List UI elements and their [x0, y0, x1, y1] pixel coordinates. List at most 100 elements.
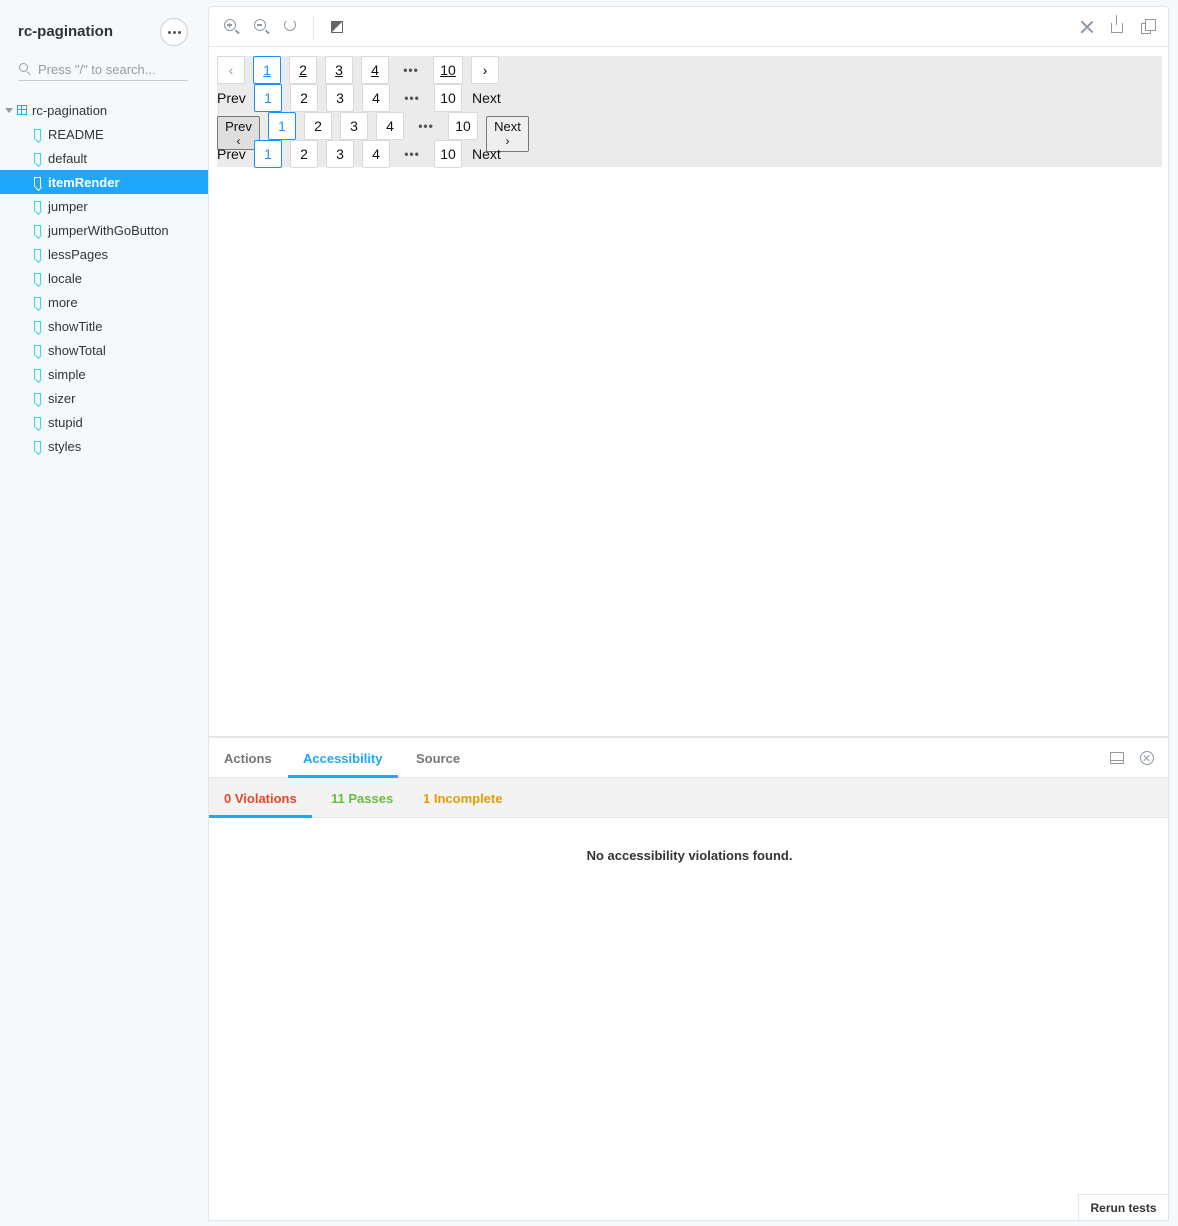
bookmark-icon [34, 321, 41, 331]
caret-down-icon [5, 107, 13, 113]
reset-zoom-icon[interactable] [284, 19, 296, 31]
page-item[interactable]: 1 [254, 84, 282, 112]
sidebar-item-showtitle[interactable]: showTitle [0, 314, 208, 338]
prev-button[interactable]: ‹ [217, 56, 245, 84]
bookmark-icon [34, 417, 41, 427]
page-item[interactable]: 2 [290, 140, 318, 168]
sidebar-item-more[interactable]: more [0, 290, 208, 314]
sidebar-item-label: default [48, 150, 88, 166]
sidebar-item-readme[interactable]: README [0, 122, 208, 146]
tab-violations[interactable]: 0 Violations [209, 778, 312, 818]
page-item[interactable]: 3 [340, 112, 368, 140]
sidebar-item-label: README [48, 126, 104, 142]
tree-root-label: rc-pagination [32, 102, 108, 118]
bookmark-icon [34, 273, 41, 283]
next-link[interactable]: Next [472, 84, 501, 112]
page-item[interactable]: 4 [362, 84, 390, 112]
sidebar-item-label: styles [48, 438, 82, 454]
prev-button-label: Prev [225, 119, 252, 134]
sidebar-item-itemrender[interactable]: itemRender [0, 170, 208, 194]
component-icon [17, 105, 27, 115]
sidebar-item-locale[interactable]: locale [0, 266, 208, 290]
sidebar-item-label: showTotal [48, 342, 106, 358]
page-item[interactable]: 10 [434, 140, 462, 168]
sidebar-item-label: showTitle [48, 318, 103, 334]
next-link[interactable]: Next [472, 140, 501, 168]
rerun-tests-button[interactable]: Rerun tests [1078, 1194, 1168, 1220]
page-item[interactable]: 3 [326, 84, 354, 112]
tab-actions[interactable]: Actions [209, 738, 287, 778]
bookmark-icon [34, 297, 41, 307]
page-item[interactable]: 2 [304, 112, 332, 140]
brand-title[interactable]: rc-pagination [18, 23, 113, 40]
page-item[interactable]: 2 [290, 84, 318, 112]
search-icon [18, 62, 32, 76]
zoom-out-icon[interactable] [254, 19, 266, 31]
page-item[interactable]: 3 [326, 140, 354, 168]
preview-panel: ‹ 1 2 3 4 ••• 10 › Prev 1 2 3 4 ••• 10 N… [208, 6, 1169, 737]
page-item[interactable]: 1 [254, 140, 282, 168]
panel-orientation-icon[interactable] [1110, 752, 1124, 764]
jump-next-ellipsis[interactable]: ••• [398, 140, 426, 168]
page-item[interactable]: 1 [253, 56, 281, 84]
sidebar-item-simple[interactable]: simple [0, 362, 208, 386]
sidebar-item-lesspages[interactable]: lessPages [0, 242, 208, 266]
jump-next-ellipsis[interactable]: ••• [397, 56, 425, 84]
sidebar-item-showtotal[interactable]: showTotal [0, 338, 208, 362]
tab-incomplete[interactable]: 1 Incomplete [408, 778, 517, 818]
page-item[interactable]: 10 [448, 112, 478, 140]
sidebar-item-jumper[interactable]: jumper [0, 194, 208, 218]
sidebar-item-label: lessPages [48, 246, 108, 262]
bookmark-icon [34, 369, 41, 379]
page-item[interactable]: 4 [376, 112, 404, 140]
tree-root-rc-pagination[interactable]: rc-pagination [0, 99, 208, 121]
bookmark-icon [34, 441, 41, 451]
copy-link-icon[interactable] [1141, 19, 1156, 34]
page-item[interactable]: 4 [361, 56, 389, 84]
page-item[interactable]: 4 [362, 140, 390, 168]
sidebar: rc-pagination rc-pagination README defau… [0, 0, 208, 1226]
page-item[interactable]: 3 [325, 56, 353, 84]
story-canvas: ‹ 1 2 3 4 ••• 10 › Prev 1 2 3 4 ••• 10 N… [217, 56, 1162, 168]
sidebar-menu-button[interactable] [160, 18, 188, 46]
jump-next-ellipsis[interactable]: ••• [412, 112, 440, 140]
tab-source[interactable]: Source [401, 738, 475, 778]
next-button[interactable]: › [471, 56, 499, 84]
sidebar-item-label: sizer [48, 390, 76, 406]
sidebar-item-label: jumper [48, 198, 88, 214]
search-input[interactable] [38, 61, 178, 77]
search-field[interactable] [18, 58, 188, 81]
sidebar-item-label: simple [48, 366, 86, 382]
sidebar-item-label: jumperWithGoButton [48, 222, 169, 238]
prev-link[interactable]: Prev [217, 140, 246, 168]
sidebar-item-label: itemRender [48, 174, 120, 190]
page-item[interactable]: 2 [289, 56, 317, 84]
preview-toolbar [209, 7, 1168, 47]
page-item[interactable]: 10 [434, 84, 462, 112]
bookmark-icon [34, 249, 41, 259]
background-icon[interactable] [331, 21, 343, 33]
bookmark-icon [34, 393, 41, 403]
page-item[interactable]: 1 [268, 112, 296, 140]
bookmark-icon [34, 153, 41, 163]
close-icon[interactable] [1140, 751, 1154, 765]
next-button-label: Next [494, 119, 521, 134]
sidebar-item-styles[interactable]: styles [0, 434, 208, 458]
addon-tabs: Actions Accessibility Source [209, 737, 1168, 778]
fullscreen-icon[interactable] [1080, 20, 1094, 34]
jump-next-ellipsis[interactable]: ••• [398, 84, 426, 112]
bookmark-icon [34, 129, 41, 139]
sidebar-item-jumperwithgobutton[interactable]: jumperWithGoButton [0, 218, 208, 242]
zoom-in-icon[interactable] [224, 19, 236, 31]
sidebar-item-sizer[interactable]: sizer [0, 386, 208, 410]
share-icon[interactable] [1111, 15, 1123, 33]
tab-accessibility[interactable]: Accessibility [288, 738, 398, 778]
more-icon [167, 30, 171, 34]
bookmark-icon [34, 225, 41, 235]
prev-link[interactable]: Prev [217, 84, 246, 112]
sidebar-item-stupid[interactable]: stupid [0, 410, 208, 434]
tab-passes[interactable]: 11 Passes [316, 778, 408, 818]
page-item[interactable]: 10 [433, 56, 463, 84]
addons-panel: Actions Accessibility Source 0 Violation… [208, 737, 1169, 1221]
sidebar-item-default[interactable]: default [0, 146, 208, 170]
